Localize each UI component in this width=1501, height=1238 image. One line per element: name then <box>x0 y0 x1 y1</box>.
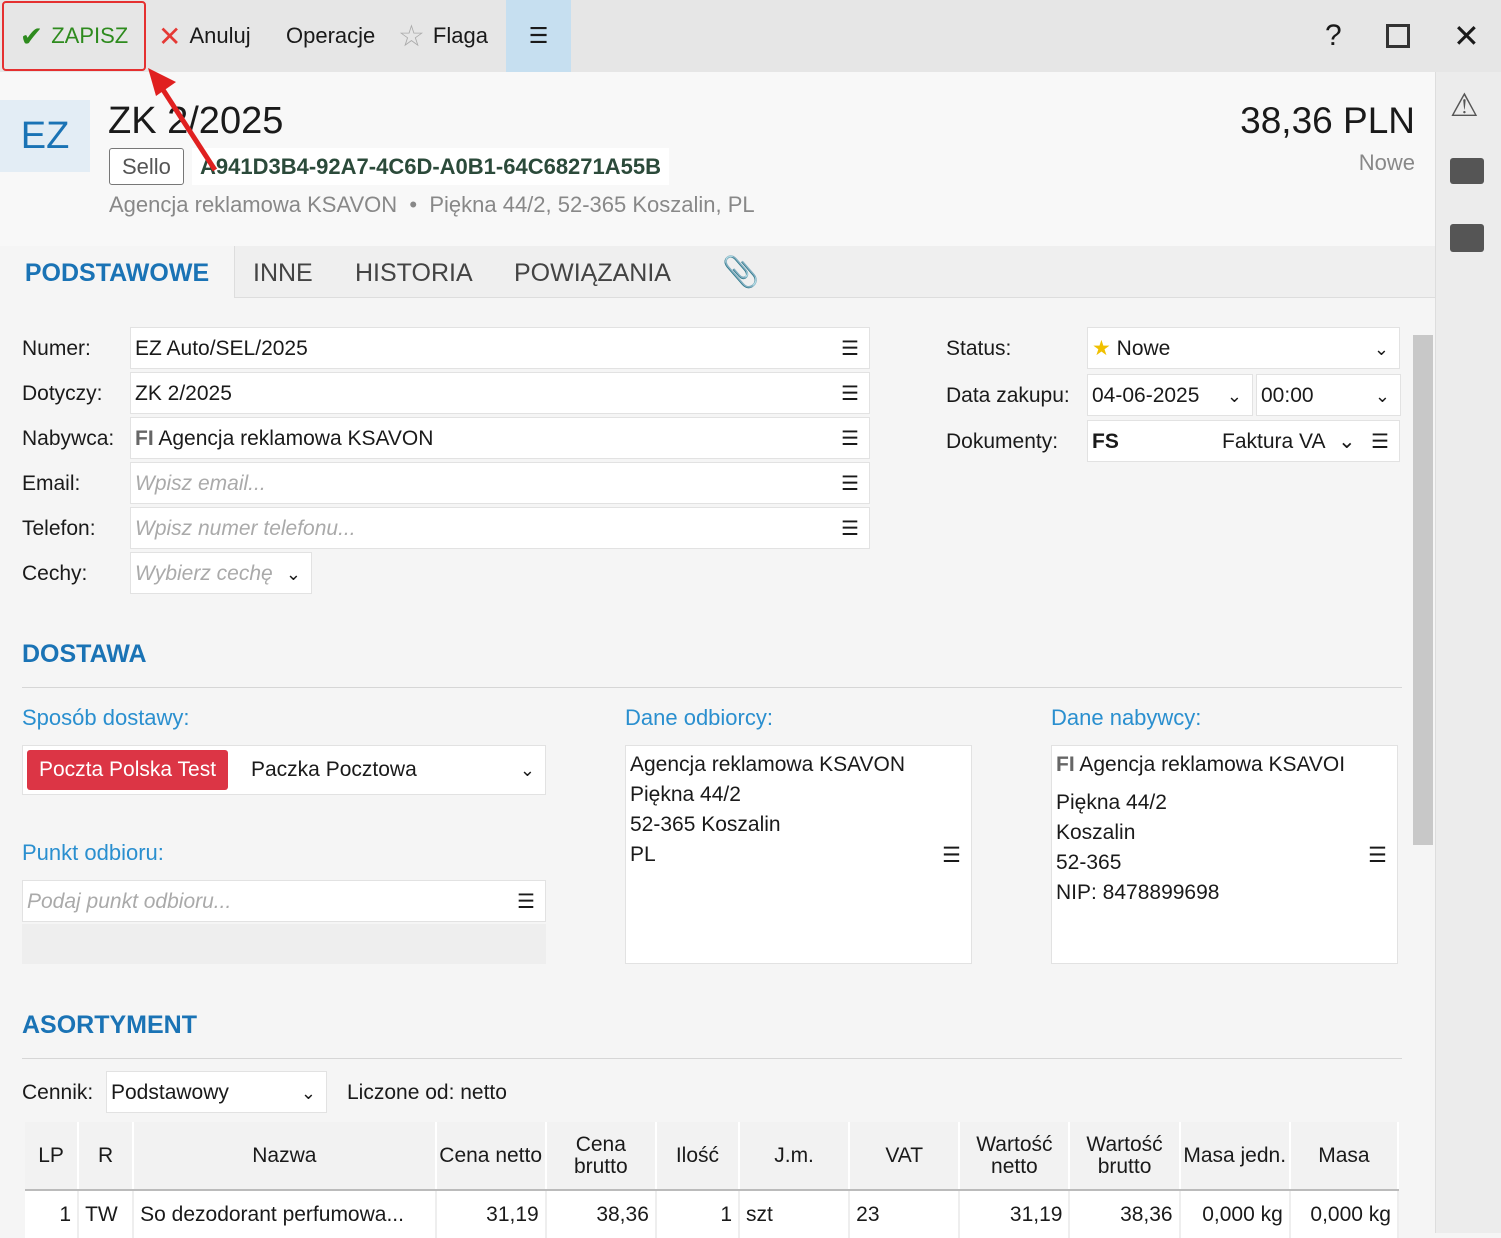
telefon-field[interactable]: Wpisz numer telefonu... ☰ <box>130 507 870 549</box>
menu-icon: ☰ <box>841 473 859 495</box>
close-icon: ✕ <box>1453 18 1480 54</box>
tab-inne[interactable]: INNE <box>253 246 313 298</box>
menu-icon: ☰ <box>517 891 535 913</box>
maximize-icon <box>1386 24 1410 48</box>
document-guid: A941D3B4-92A7-4C6D-A0B1-64C68271A55B <box>192 148 670 185</box>
menu-icon: ☰ <box>841 383 859 405</box>
nabywca-field[interactable]: FI Agencja reklamowa KSAVON ☰ <box>130 417 870 459</box>
tab-powiazania[interactable]: POWIĄZANIA <box>514 246 671 298</box>
menu-icon: ☰ <box>1368 844 1387 867</box>
email-label: Email: <box>22 472 81 495</box>
delivery-select[interactable]: Poczta Polska Test Paczka Pocztowa ⌄ <box>22 745 546 795</box>
customer-summary: Agencja reklamowa KSAVON • Piękna 44/2, … <box>109 192 755 217</box>
chevron-down-icon: ⌄ <box>300 1083 316 1103</box>
liczone-od: Liczone od: netto <box>347 1081 507 1104</box>
cechy-label: Cechy: <box>22 562 88 585</box>
data-zakupu-label: Data zakupu: <box>946 384 1070 407</box>
carrier-badge: Poczta Polska Test <box>27 750 229 790</box>
tab-bar: PODSTAWOWE INNE HISTORIA POWIĄZANIA 📎 <box>0 246 1435 298</box>
chevron-down-icon: ⌄ <box>519 760 535 780</box>
odbiorca-box[interactable]: Agencja reklamowa KSAVON Piękna 44/2 52-36… <box>625 745 972 964</box>
email-field[interactable]: Wpisz email... ☰ <box>130 462 870 504</box>
close-window-button[interactable]: ✕ <box>1453 0 1480 72</box>
scrollbar-thumb[interactable] <box>1413 335 1433 845</box>
punkt-label: Punkt odbioru: <box>22 840 164 865</box>
total-amount: 38,36 PLN <box>1240 100 1415 141</box>
chevron-down-icon: ⌄ <box>1338 430 1356 453</box>
menu-icon: ☰ <box>841 428 859 450</box>
table-header: LP R Nazwa Cena netto Cena brutto Ilość … <box>25 1122 1400 1191</box>
star-icon: ★ <box>1092 337 1111 360</box>
right-sidebar: ⚠ <box>1435 72 1501 1233</box>
nabywca-dane-label: Dane nabywcy: <box>1051 705 1202 730</box>
status-label: Status: <box>946 337 1012 360</box>
status-text: Nowe <box>1358 150 1415 175</box>
cennik-label: Cennik: <box>22 1081 94 1104</box>
tab-historia[interactable]: HISTORIA <box>355 246 473 298</box>
dokumenty-label: Dokumenty: <box>946 430 1059 453</box>
divider <box>22 687 1402 688</box>
odbiorca-label: Dane odbiorcy: <box>625 705 773 730</box>
menu-button[interactable]: ☰ <box>506 0 571 72</box>
menu-icon: ☰ <box>1371 431 1389 453</box>
telefon-label: Telefon: <box>22 517 96 540</box>
chevron-down-icon: ⌄ <box>285 564 301 584</box>
cechy-select[interactable]: Wybierz cechę ⌄ <box>130 552 312 594</box>
maximize-button[interactable] <box>1386 0 1410 72</box>
help-button[interactable]: ? <box>1325 0 1342 72</box>
scrollbar[interactable] <box>1413 305 1433 1233</box>
star-icon: ☆ <box>398 19 425 53</box>
warning-icon[interactable]: ⚠ <box>1450 86 1479 124</box>
section-asortyment: ASORTYMENT <box>22 1011 197 1039</box>
annotation-arrow <box>148 68 218 172</box>
section-dostawa: DOSTAWA <box>22 640 147 668</box>
dokumenty-select[interactable]: FS Faktura VA ⌄ ☰ <box>1087 420 1400 462</box>
numer-field[interactable]: EZ Auto/SEL/2025 ☰ <box>130 327 870 369</box>
dotyczy-label: Dotyczy: <box>22 382 103 405</box>
menu-icon: ☰ <box>841 518 859 540</box>
numer-label: Numer: <box>22 337 91 360</box>
operations-button[interactable]: Operacje <box>286 0 375 72</box>
items-table: LP R Nazwa Cena netto Cena brutto Ilość … <box>25 1122 1400 1238</box>
table-row[interactable]: 1 TW So dezodorant perfumowa... 31,19 38,36… <box>25 1190 1400 1238</box>
save-button[interactable]: ✔ ZAPISZ <box>2 1 146 71</box>
status-select[interactable]: ★ Nowe ⌄ <box>1087 327 1400 369</box>
sposob-label: Sposób dostawy: <box>22 705 190 730</box>
check-icon: ✔ <box>19 20 44 52</box>
comment-icon[interactable] <box>1450 224 1484 252</box>
menu-icon: ☰ <box>841 338 859 360</box>
nabywca-box[interactable]: FI Agencja reklamowa KSAVOI Piękna 44/2 Ko… <box>1051 745 1398 964</box>
nabywca-label: Nabywca: <box>22 427 115 450</box>
close-icon: ✕ <box>158 20 182 52</box>
divider <box>22 1058 1402 1059</box>
menu-icon: ☰ <box>528 23 549 48</box>
menu-icon: ☰ <box>942 844 961 867</box>
flag-button[interactable]: ☆ Flaga <box>398 0 488 72</box>
punkt-details <box>22 924 546 964</box>
punkt-field[interactable]: Podaj punkt odbioru... ☰ <box>22 880 546 922</box>
chevron-down-icon: ⌄ <box>1374 386 1390 406</box>
chevron-down-icon: ⌄ <box>1226 386 1242 406</box>
mail-icon[interactable] <box>1450 158 1484 184</box>
doc-type-badge: EZ <box>0 100 90 172</box>
tab-podstawowe[interactable]: PODSTAWOWE <box>0 246 235 298</box>
time-select[interactable]: 00:00 ⌄ <box>1256 374 1401 416</box>
dotyczy-field[interactable]: ZK 2/2025 ☰ <box>130 372 870 414</box>
date-select[interactable]: 04-06-2025 ⌄ <box>1087 374 1253 416</box>
cennik-select[interactable]: Podstawowy ⌄ <box>106 1071 327 1113</box>
attachment-icon[interactable]: 📎 <box>722 246 759 298</box>
chevron-down-icon: ⌄ <box>1373 339 1389 359</box>
